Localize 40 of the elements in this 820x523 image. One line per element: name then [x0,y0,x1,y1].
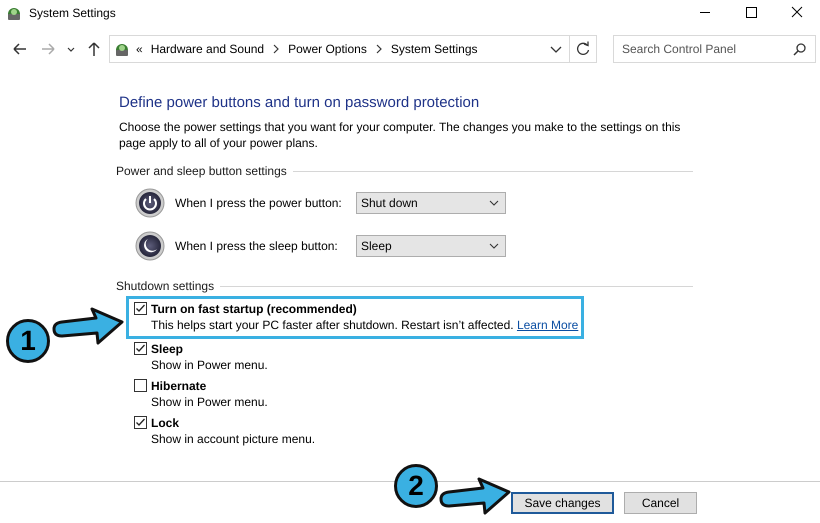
dropdown[interactable]: Sleep [356,235,506,257]
dropdown[interactable]: Shut down [356,192,506,214]
section-title: Shutdown settings [116,279,214,293]
save-button[interactable]: Save changes [511,492,614,514]
checkbox[interactable] [134,379,147,392]
breadcrumb[interactable]: System Settings [390,42,478,56]
chevron-icon [273,44,280,54]
section-title: Power and sleep button settings [116,164,287,178]
option-description: Show in account picture menu. [151,432,316,446]
option-label: Turn on fast startup (recommended) [151,302,357,316]
overflow-chevron[interactable]: « [136,42,143,56]
setting-label: When I press the sleep button: [175,239,339,253]
chevron-icon [376,44,382,54]
window-title: System Settings [29,6,116,20]
caret-icon [489,243,499,249]
setting-label: When I press the power button: [175,196,343,210]
page-heading: Define power buttons and turn on password protection [119,93,480,113]
option-label: Hibernate [151,378,206,392]
power-icon [135,188,165,218]
checkbox[interactable] [134,416,147,429]
app-icon [114,41,130,57]
checkbox[interactable] [134,342,147,355]
cancel-button[interactable]: Cancel [624,492,697,514]
option-label: Sleep [151,342,184,356]
step-number: 1 [6,319,50,363]
breadcrumb[interactable]: Power Options [288,42,367,56]
checkbox[interactable] [134,302,147,315]
option-label: Lock [151,416,180,430]
option-description: This helps start your PC faster after shutdown. Restart isn’t affected. [151,318,514,332]
step-number: 2 [394,464,438,508]
caret-icon [489,200,499,206]
search-field[interactable]: Search Control Panel [613,35,816,63]
learn-more-link[interactable]: Learn More [516,318,578,332]
moon-icon [135,231,165,261]
address-bar[interactable]: « Hardware and Sound Power Options System Settings [109,35,597,63]
option-description: Show in Power menu. [151,358,268,372]
search-icon[interactable] [793,42,807,56]
intro-text: Choose the power settings that you want for your computer. The changes you make to the settings on this page apply to all of your power plans. [119,119,682,151]
option-description: Show in Power menu. [151,395,268,409]
breadcrumb[interactable]: Hardware and Sound [150,42,264,56]
